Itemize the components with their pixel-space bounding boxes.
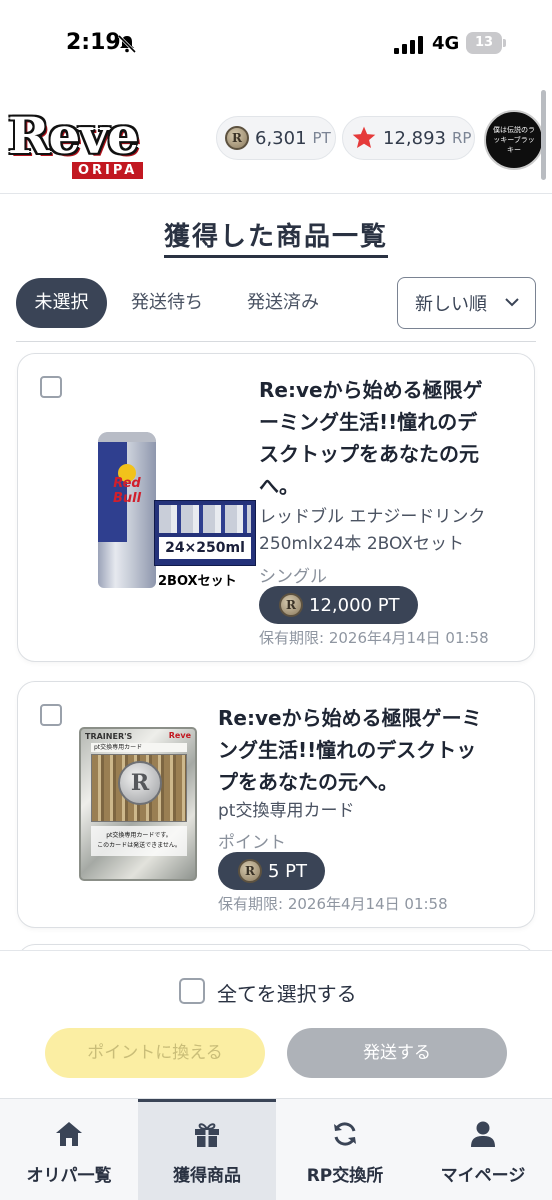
battery-cap — [503, 39, 506, 47]
app-header: Reve ORIPA R 6,301 PT 12,893 RP 僕は伝説のラッキ… — [0, 88, 552, 194]
rp-balance-chip[interactable]: 12,893 RP — [342, 116, 475, 160]
status-bar: 2:19 4G 13 — [0, 0, 552, 88]
select-all-label[interactable]: 全てを選択する — [217, 978, 357, 1007]
title-underline — [164, 255, 388, 258]
tab-unselected[interactable]: 未選択 — [16, 278, 107, 328]
bell-muted-icon — [117, 34, 137, 54]
user-icon — [471, 1121, 495, 1147]
title-line: プをあなたの元へ。 — [218, 770, 398, 794]
price-value: 5 PT — [268, 860, 308, 882]
product-name: レッドブル エナジードリンク 250mlx24本 2BOXセット — [259, 504, 529, 558]
points-value: 6,301 — [255, 127, 307, 149]
prize-card[interactable]: TRAINER'S Reve pt交換専用カード R pt交換専用カードです。 … — [17, 681, 535, 928]
tab-shipped[interactable]: 発送済み — [234, 278, 332, 328]
sort-selected: 新しい順 — [415, 294, 487, 315]
scrollbar[interactable] — [541, 90, 546, 180]
nav-label: マイページ — [440, 1166, 526, 1186]
title-line: ング生活!!憧れのデスクトッ — [218, 738, 477, 762]
points-balance-chip[interactable]: R 6,301 PT — [216, 116, 336, 160]
title-line: スクトップをあなたの元 — [259, 442, 479, 466]
title-line: Re:veから始める極限ゲーミ — [218, 706, 482, 730]
bottom-nav: オリパ一覧 獲得商品 RP交換所 マイページ — [0, 1098, 552, 1200]
item-checkbox[interactable] — [40, 376, 62, 398]
reve-oripa-logo[interactable]: Reve ORIPA — [8, 108, 158, 184]
action-panel: 全てを選択する ポイントに換える 発送する — [0, 950, 552, 1098]
points-unit: PT — [312, 129, 331, 147]
title-line: へ。 — [259, 474, 299, 498]
product-line: pt交換専用カード — [218, 801, 355, 821]
convert-to-points-button[interactable]: ポイントに換える — [45, 1028, 265, 1078]
price-badge: R 5 PT — [218, 852, 326, 890]
nav-item-acquired-items[interactable]: 獲得商品 — [138, 1099, 276, 1200]
nav-item-rp-exchange[interactable]: RP交換所 — [276, 1099, 414, 1200]
price-value: 12,000 PT — [309, 594, 400, 616]
rp-value: 12,893 — [383, 127, 446, 149]
card-text: pt交換専用カードです。 このカードは発送できません。 — [91, 826, 187, 856]
sort-select[interactable]: 新しい順 — [397, 277, 536, 329]
expiry-date: 保有期限: 2026年4月14日 01:58 — [218, 895, 448, 913]
chevron-down-icon — [505, 298, 519, 307]
prize-card[interactable]: Red Bull 24×250ml 2BOXセット Re:veから始める極限ゲ … — [17, 353, 535, 662]
pt-coin-icon: R — [225, 126, 249, 150]
product-line: レッドブル エナジードリンク — [259, 507, 486, 527]
nav-label: 獲得商品 — [173, 1166, 241, 1186]
item-title: Re:veから始める極限ゲ ーミング生活!!憧れのデ スクトップをあなたの元 へ… — [259, 374, 529, 502]
card-name: pt交換専用カード — [91, 743, 187, 752]
select-all-checkbox[interactable] — [179, 978, 205, 1004]
box-label: 24×250ml — [159, 537, 251, 559]
gift-icon — [195, 1123, 219, 1147]
network-type: 4G — [432, 33, 460, 54]
star-icon — [352, 126, 376, 148]
product-line: 250mlx24本 2BOXセット — [259, 534, 464, 554]
card-text-line: このカードは発送できません。 — [97, 842, 181, 849]
nav-label: RP交換所 — [306, 1166, 384, 1186]
expiry-date: 保有期限: 2026年4月14日 01:58 — [259, 629, 489, 647]
pt-coin-icon: R — [238, 859, 262, 883]
status-time: 2:19 — [66, 30, 121, 55]
card-text-line: pt交換専用カードです。 — [106, 832, 172, 839]
image-caption: 2BOXセット — [158, 574, 237, 589]
coin-emblem: R — [118, 761, 162, 805]
logo-subtext: ORIPA — [72, 162, 144, 179]
page-title: 獲得した商品一覧 — [163, 222, 388, 252]
divider — [16, 341, 536, 342]
avatar[interactable]: 僕は伝説のラッキーブラッキー — [484, 110, 544, 170]
exchange-icon — [334, 1122, 356, 1146]
pt-coin-icon: R — [279, 593, 303, 617]
avatar-text: 僕は伝説のラッキーブラッキー — [493, 126, 535, 154]
redbull-box: 24×250ml — [154, 500, 256, 566]
title-line: ーミング生活!!憧れのデ — [259, 410, 478, 434]
redbull-product-image: Red Bull 24×250ml 2BOXセット — [78, 432, 256, 592]
price-badge: R 12,000 PT — [259, 586, 418, 624]
item-checkbox[interactable] — [40, 704, 62, 726]
home-icon — [56, 1122, 82, 1146]
battery-icon: 13 — [466, 32, 502, 54]
nav-label: オリパ一覧 — [26, 1166, 112, 1186]
card-art: R — [91, 754, 187, 822]
pt-exchange-card-image: TRAINER'S Reve pt交換専用カード R pt交換専用カードです。 … — [79, 727, 197, 881]
signal-icon — [394, 36, 423, 54]
card-header: TRAINER'S — [85, 732, 133, 741]
ship-button[interactable]: 発送する — [287, 1028, 507, 1078]
card-logo: Reve — [168, 731, 191, 740]
nav-item-oripa-list[interactable]: オリパ一覧 — [0, 1099, 138, 1200]
tab-awaiting-shipment[interactable]: 発送待ち — [118, 278, 216, 328]
logo-text: Reve — [8, 106, 139, 165]
rp-unit: RP — [451, 129, 472, 147]
nav-item-my-page[interactable]: マイページ — [414, 1099, 552, 1200]
can-brand: Red Bull — [112, 476, 142, 506]
item-title: Re:veから始める極限ゲーミ ング生活!!憧れのデスクトッ プをあなたの元へ。 — [218, 702, 524, 798]
item-type: ポイント — [218, 833, 286, 853]
title-line: Re:veから始める極限ゲ — [259, 378, 483, 402]
item-type: シングル — [259, 567, 327, 587]
redbull-can: Red Bull — [98, 432, 156, 588]
product-name: pt交換専用カード — [218, 798, 524, 825]
